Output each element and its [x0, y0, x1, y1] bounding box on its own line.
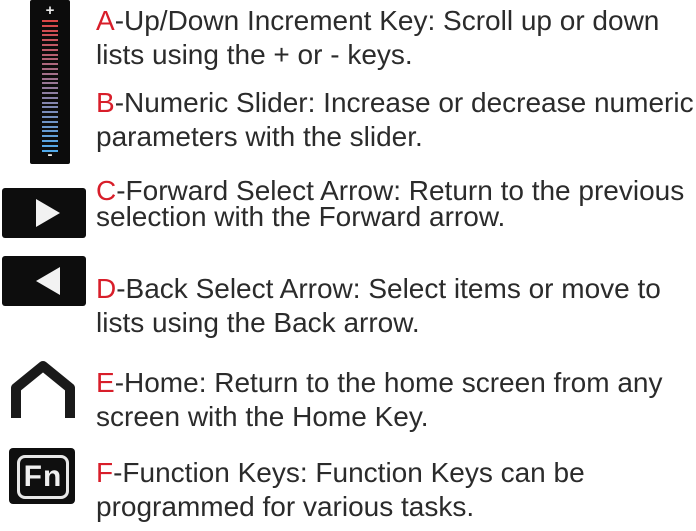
slider-bar: [42, 120, 58, 123]
slider-bar: [42, 39, 58, 42]
item-e-letter: E: [96, 367, 115, 398]
slider-bar: [42, 44, 58, 46]
item-d-description: D-Back Select Arrow: Select items or mov…: [96, 272, 696, 340]
item-f-letter: F: [96, 457, 114, 488]
item-b-text: -Numeric Slider: Increase or decrease nu…: [96, 87, 694, 152]
item-c-description: C-Forward Select Arrow: Return to the pr…: [96, 175, 696, 232]
function-key-icon: Fn: [9, 448, 75, 504]
slider-bar: [42, 130, 58, 133]
slider-bar: [42, 72, 58, 75]
slider-bar: [42, 34, 58, 37]
item-d-letter: D: [96, 273, 117, 304]
slider-bar: [42, 58, 58, 61]
slider-bar: [42, 24, 58, 27]
slider-bar: [42, 106, 58, 109]
slider-bar: [42, 116, 58, 118]
slider-bar: [42, 53, 58, 56]
item-b-letter: B: [96, 87, 115, 118]
numeric-slider-icon: + -: [30, 0, 70, 164]
increment-plus-key: +: [45, 2, 55, 19]
slider-bar: [42, 29, 58, 32]
item-a-letter: A: [96, 5, 115, 36]
slider-bar: [42, 68, 58, 70]
slider-bar: [42, 92, 58, 94]
slider-bar: [42, 135, 58, 138]
slider-bar: [42, 101, 58, 104]
slider-bar: [42, 111, 58, 114]
home-icon: [6, 358, 80, 422]
slider-bar: [42, 77, 58, 80]
forward-arrow-icon: [2, 188, 86, 238]
item-f-description: F-Function Keys: Function Keys can be pr…: [96, 456, 696, 524]
slider-bar: [42, 125, 58, 128]
slider-bar: [42, 140, 58, 142]
slider-bar: [42, 48, 58, 51]
item-a-description: A-Up/Down Increment Key: Scroll up or do…: [96, 4, 696, 72]
item-c-text: -Forward Select Arrow: Return to the pre…: [96, 175, 685, 232]
slider-bar: [42, 144, 58, 147]
item-a-text: -Up/Down Increment Key: Scroll up or dow…: [96, 5, 660, 70]
item-e-text: -Home: Return to the home screen from an…: [96, 367, 663, 432]
slider-bar: [42, 149, 58, 152]
item-b-description: B-Numeric Slider: Increase or decrease n…: [96, 86, 696, 154]
slider-bar: [42, 96, 58, 99]
slider-bar: [42, 20, 58, 22]
slider-bar: [42, 87, 58, 90]
slider-bar: [42, 63, 58, 66]
function-key-label: Fn: [17, 455, 69, 499]
slider-bar: [42, 82, 58, 85]
item-e-description: E-Home: Return to the home screen from a…: [96, 366, 696, 434]
item-f-text: -Function Keys: Function Keys can be pro…: [96, 457, 585, 522]
item-d-text: -Back Select Arrow: Select items or move…: [96, 273, 661, 338]
back-arrow-icon: [2, 256, 86, 306]
